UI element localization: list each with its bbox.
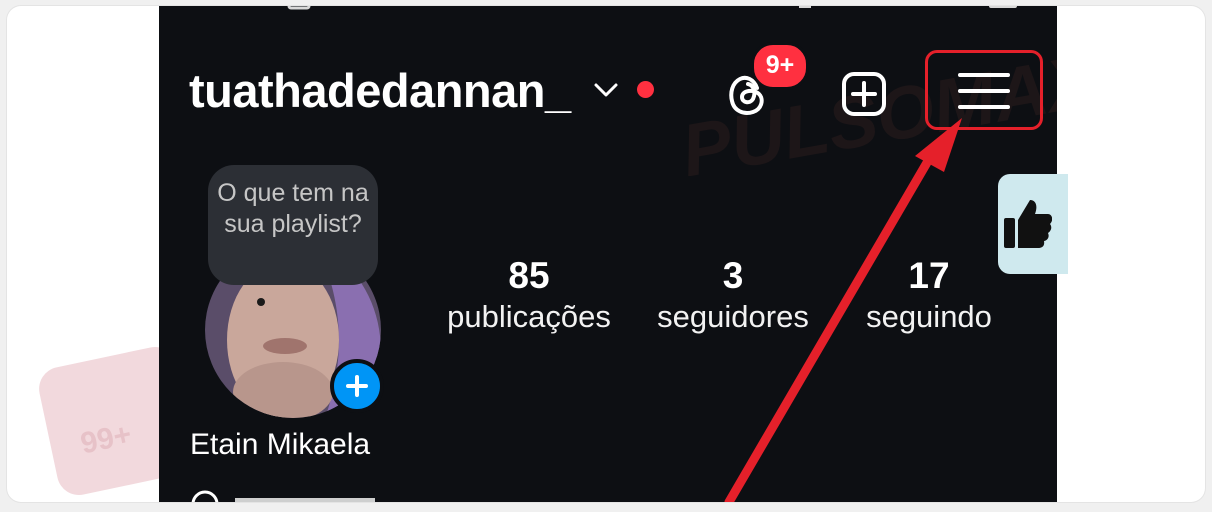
red-arrow-annotation [724,118,962,502]
screenshot-card: 99+ PULSOMAX PULSOMAX tuathadedannan_ 9+ [7,6,1205,502]
